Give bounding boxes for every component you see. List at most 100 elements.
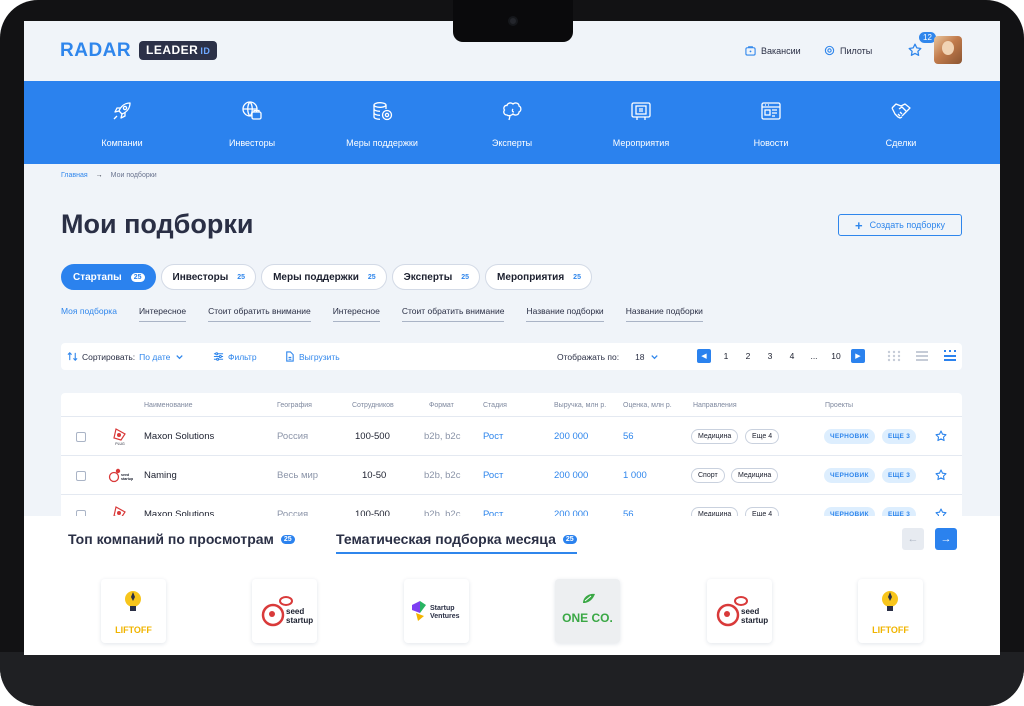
pagination-next-button[interactable]: ▶ bbox=[851, 349, 865, 363]
create-collection-button[interactable]: + Создать подборку bbox=[838, 214, 962, 236]
page-size-control[interactable]: Отображать по: 18 bbox=[557, 351, 660, 362]
pagination-prev-button[interactable]: ◀ bbox=[697, 349, 711, 363]
direction-tag[interactable]: Спорт bbox=[691, 468, 725, 483]
company-name[interactable]: Naming bbox=[144, 470, 177, 481]
filter-button[interactable]: Фильтр bbox=[213, 351, 257, 362]
section-tab-label: Топ компаний по просмотрам bbox=[68, 531, 274, 547]
export-button[interactable]: Выгрузить bbox=[284, 351, 340, 362]
nav-item-events[interactable]: Мероприятия bbox=[581, 81, 701, 164]
subtab-attention[interactable]: Стоит обратить внимание bbox=[401, 306, 505, 322]
page-number[interactable]: 10 bbox=[825, 351, 847, 361]
direction-tag[interactable]: Еще 4 bbox=[745, 429, 780, 444]
event-board-icon bbox=[631, 102, 651, 120]
sort-icon bbox=[67, 352, 78, 361]
table-row[interactable]: PLUG Maxon Solutions Россия 100-500 b2b,… bbox=[61, 416, 962, 455]
radar-logo[interactable]: RADAR bbox=[60, 40, 131, 62]
company-format: b2b, b2c bbox=[424, 470, 461, 481]
column-header[interactable]: Наименование bbox=[144, 402, 193, 409]
list-view-icon[interactable] bbox=[915, 349, 929, 363]
company-logo-seed-startup: seedstartup bbox=[108, 468, 133, 483]
nav-label: Инвесторы bbox=[228, 138, 276, 148]
subtab-collection-name[interactable]: Название подборки bbox=[625, 306, 703, 322]
nav-item-companies[interactable]: Компании bbox=[62, 81, 182, 164]
carousel-prev-button[interactable]: ← bbox=[902, 528, 924, 550]
project-status-chip[interactable]: ЧЕРНОВИК bbox=[824, 468, 875, 483]
subtab-attention[interactable]: Стоит обратить внимание bbox=[208, 306, 311, 322]
tab-startups[interactable]: Стартапы 25 bbox=[61, 264, 156, 290]
sort-control[interactable]: Сортировать: По дате bbox=[67, 351, 185, 362]
tab-investors[interactable]: Инвесторы 25 bbox=[160, 264, 257, 290]
header-link-vacancies[interactable]: Вакансии bbox=[745, 45, 801, 56]
nav-item-deals[interactable]: Сделки bbox=[841, 81, 961, 164]
company-geo: Россия bbox=[277, 431, 309, 442]
subtab-collection-name[interactable]: Название подборки bbox=[526, 306, 604, 322]
subtab-interesting[interactable]: Интересное bbox=[332, 306, 380, 322]
column-header[interactable]: Проекты bbox=[825, 402, 853, 409]
page-number[interactable]: 4 bbox=[781, 351, 803, 361]
breadcrumb-home[interactable]: Главная bbox=[61, 172, 88, 179]
globe-icon bbox=[242, 101, 262, 120]
tab-events[interactable]: Мероприятия 25 bbox=[485, 264, 592, 290]
column-header[interactable]: География bbox=[277, 402, 312, 409]
tab-top-companies[interactable]: Топ компаний по просмотрам 25 bbox=[68, 531, 295, 547]
target-icon bbox=[824, 45, 835, 56]
company-valuation: 1 000 bbox=[623, 470, 647, 481]
tab-label: Эксперты bbox=[403, 271, 453, 283]
table-row[interactable]: seed startup Naming Весь мир 10-50 b2b, b… bbox=[61, 455, 962, 494]
column-header[interactable]: Сотрудников bbox=[352, 402, 394, 409]
header-link-pilots[interactable]: Пилоты bbox=[824, 45, 872, 56]
page-number[interactable]: 3 bbox=[759, 351, 781, 361]
project-status-chip[interactable]: ЧЕРНОВИК bbox=[824, 429, 875, 444]
row-checkbox[interactable] bbox=[76, 471, 86, 481]
filter-icon bbox=[213, 352, 224, 361]
grid-view-icon[interactable] bbox=[887, 349, 901, 363]
nav-label: Компании bbox=[101, 138, 143, 148]
column-header[interactable]: Оценка, млн р. bbox=[623, 402, 672, 409]
table-view-icon[interactable] bbox=[943, 349, 957, 363]
card-title: ONE CO. bbox=[562, 611, 613, 625]
tab-count: 25 bbox=[573, 273, 581, 281]
favorite-star-icon[interactable] bbox=[935, 430, 947, 442]
favorite-star-icon[interactable] bbox=[935, 469, 947, 481]
company-card-ventures[interactable]: Startup Ventures bbox=[404, 579, 469, 643]
nav-item-support[interactable]: Меры поддержки bbox=[322, 81, 442, 164]
company-card-liftoff[interactable]: LIFTOFF bbox=[101, 579, 166, 643]
tab-label: Меры поддержки bbox=[273, 271, 359, 283]
column-header[interactable]: Стадия bbox=[483, 402, 507, 409]
company-card-seed[interactable]: seed startup bbox=[252, 579, 317, 643]
company-card-oneco[interactable]: ONE CO. bbox=[555, 579, 620, 643]
company-card-seed[interactable]: seed startup bbox=[707, 579, 772, 643]
nav-label: Сделки bbox=[885, 138, 917, 148]
document-icon bbox=[286, 351, 294, 362]
company-name[interactable]: Maxon Solutions bbox=[144, 431, 214, 442]
page-ellipsis: ... bbox=[810, 351, 818, 361]
page-size-label: Отображать по: bbox=[557, 351, 620, 362]
project-more-chip[interactable]: ЕЩЕ 3 bbox=[882, 468, 917, 483]
carousel-next-button[interactable]: → bbox=[935, 528, 957, 550]
tab-support[interactable]: Меры поддержки 25 bbox=[261, 264, 387, 290]
row-checkbox[interactable] bbox=[76, 432, 86, 442]
company-card-liftoff[interactable]: LIFTOFF bbox=[858, 579, 923, 643]
tab-monthly-collection[interactable]: Тематическая подборка месяца 25 bbox=[336, 531, 577, 554]
leader-id-badge[interactable]: LEADER ID bbox=[139, 41, 218, 60]
direction-tag[interactable]: Медицина bbox=[691, 429, 739, 444]
user-avatar[interactable] bbox=[934, 36, 962, 64]
main-nav: Компании Инвесторы Меры поддержки Экспер… bbox=[24, 81, 1000, 164]
column-header[interactable]: Формат bbox=[429, 402, 454, 409]
nav-item-experts[interactable]: Эксперты bbox=[452, 81, 572, 164]
nav-item-investors[interactable]: Инвесторы bbox=[192, 81, 312, 164]
direction-tag[interactable]: Медицина bbox=[731, 468, 779, 483]
column-header[interactable]: Выручка, млн р. bbox=[554, 402, 606, 409]
nav-item-news[interactable]: Новости bbox=[711, 81, 831, 164]
project-more-chip[interactable]: ЕЩЕ 3 bbox=[882, 429, 917, 444]
section-tab-label: Тематическая подборка месяца bbox=[336, 531, 556, 547]
subtab-my-collection[interactable]: Моя подборка bbox=[61, 306, 117, 322]
briefcase-icon bbox=[745, 46, 756, 56]
column-header[interactable]: Направления bbox=[693, 402, 737, 409]
favorites-star-icon[interactable] bbox=[908, 43, 922, 57]
page-number[interactable]: 2 bbox=[737, 351, 759, 361]
tab-experts[interactable]: Эксперты 25 bbox=[391, 264, 481, 290]
page-number[interactable]: 1 bbox=[715, 351, 737, 361]
subtab-interesting[interactable]: Интересное bbox=[138, 306, 187, 322]
section-tab-count: 25 bbox=[562, 534, 577, 544]
